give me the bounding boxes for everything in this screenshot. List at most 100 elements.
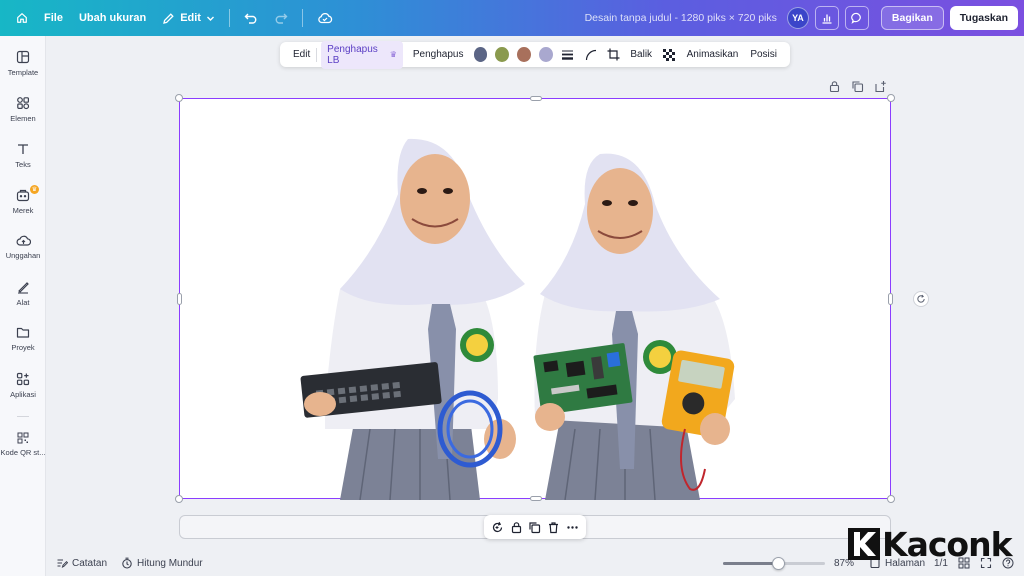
design-canvas[interactable]: [175, 94, 895, 503]
left-student: [300, 138, 525, 500]
redo-icon: [275, 13, 288, 24]
duplicate-icon[interactable]: [528, 521, 541, 534]
upload-icon: [16, 235, 31, 246]
resize-handle-left[interactable]: [177, 293, 182, 305]
edit-image-button[interactable]: Edit: [287, 49, 316, 60]
students-photo[interactable]: [180, 99, 892, 500]
template-icon: [16, 50, 30, 64]
crown-icon: ♛: [389, 50, 397, 59]
chevron-down-icon: [206, 16, 214, 21]
redo-button[interactable]: [266, 0, 296, 36]
animate-button[interactable]: Animasikan: [681, 49, 745, 60]
qr-code-icon: [17, 432, 29, 444]
duplicate-page-icon[interactable]: [851, 80, 864, 93]
object-toolbar: [484, 515, 586, 539]
watermark-text: Kaconk: [882, 524, 1013, 564]
undo-button[interactable]: [236, 0, 266, 36]
add-page-icon[interactable]: [874, 80, 887, 93]
rotate-icon: [917, 294, 925, 303]
notes-icon: [57, 559, 68, 568]
context-toolbar: Edit Penghapus LB ♛ Penghapus Balik Anim…: [280, 40, 790, 69]
insights-button[interactable]: [814, 6, 839, 30]
sidebar-item-label: Unggahan: [5, 251, 41, 260]
color-swatch-4[interactable]: [538, 47, 553, 62]
transparency-icon: [663, 48, 676, 61]
resize-handle-right[interactable]: [888, 293, 893, 305]
color-swatch-2[interactable]: [495, 47, 510, 62]
sidebar-item-elements[interactable]: Elemen: [0, 96, 46, 123]
refresh-icon[interactable]: [491, 521, 504, 534]
comments-button[interactable]: [844, 6, 869, 30]
text-icon: [18, 144, 28, 154]
resize-handle-bottom-left[interactable]: [175, 495, 183, 503]
sidebar-item-text[interactable]: Teks: [0, 142, 46, 169]
more-options-icon[interactable]: [566, 521, 579, 534]
sidebar-item-label: Template: [7, 68, 39, 77]
resize-handle-bottom-right[interactable]: [887, 495, 895, 503]
sidebar-item-projects[interactable]: Proyek: [0, 326, 46, 352]
bar-chart-icon: [822, 14, 832, 24]
resize-handle-top-right[interactable]: [887, 94, 895, 102]
trash-icon[interactable]: [547, 521, 560, 534]
top-bar: File Ubah ukuran Edit Desain tanpa judul…: [0, 0, 1024, 36]
eraser-button[interactable]: Penghapus: [407, 49, 470, 60]
folder-icon: [16, 327, 30, 338]
transparency-button[interactable]: [661, 46, 678, 64]
elements-icon: [17, 97, 30, 110]
sidebar-item-brand[interactable]: ♛ Merek: [0, 185, 46, 215]
lock-icon[interactable]: [828, 80, 841, 93]
edit-menu[interactable]: Edit: [154, 0, 223, 36]
cloud-check-icon: [318, 13, 333, 24]
bg-remover-button[interactable]: Penghapus LB ♛: [321, 40, 403, 69]
divider: [228, 9, 230, 27]
bg-remover-label: Penghapus LB: [327, 43, 378, 66]
border-style-button[interactable]: [560, 46, 577, 64]
sidebar-item-label: Aplikasi: [10, 390, 36, 399]
resize-label: Ubah ukuran: [78, 12, 147, 24]
timer-label: Hitung Mundur: [137, 557, 203, 569]
sidebar-item-qr-code[interactable]: Kode QR st...: [0, 432, 46, 457]
crown-badge-icon: ♛: [30, 185, 39, 194]
zoom-slider[interactable]: [723, 557, 825, 570]
rotate-button[interactable]: [913, 291, 929, 307]
home-button[interactable]: [8, 0, 36, 36]
position-button[interactable]: Posisi: [744, 49, 783, 60]
file-menu[interactable]: File: [36, 0, 71, 36]
timer-icon: [122, 557, 132, 569]
color-swatch-3[interactable]: [517, 47, 531, 62]
resize-handle-top-left[interactable]: [175, 94, 183, 102]
tools-icon: [18, 282, 29, 294]
sidebar-item-tools[interactable]: Alat: [0, 280, 46, 307]
timer-button[interactable]: Hitung Mundur: [121, 557, 203, 569]
sidebar-item-label: Teks: [15, 160, 31, 169]
corner-rounding-button[interactable]: [582, 46, 599, 64]
right-student: [533, 153, 735, 500]
design-title[interactable]: Desain tanpa judul - 1280 piks × 720 pik…: [585, 12, 787, 24]
color-swatch-1[interactable]: [473, 47, 488, 62]
flip-button[interactable]: Balik: [624, 49, 658, 60]
brand-icon: [16, 189, 30, 202]
edit-label: Edit: [180, 12, 201, 24]
sidebar-item-apps[interactable]: Aplikasi: [0, 372, 46, 399]
sidebar-item-label: Proyek: [11, 343, 35, 352]
zoom-slider-knob[interactable]: [772, 557, 786, 570]
crop-button[interactable]: [605, 46, 622, 64]
avatar[interactable]: YA: [786, 7, 809, 29]
sidebar-item-template[interactable]: Template: [0, 50, 46, 77]
cloud-save-status[interactable]: [309, 0, 341, 36]
sidebar: Template Elemen Teks ♛ Merek Unggahan Al…: [0, 36, 46, 576]
share-button[interactable]: Bagikan: [880, 6, 944, 30]
sidebar-divider: [17, 416, 29, 417]
file-label: File: [44, 12, 63, 24]
divider: [316, 47, 318, 62]
submit-button[interactable]: Tugaskan: [949, 6, 1018, 30]
lock-icon[interactable]: [510, 521, 523, 534]
sidebar-item-uploads[interactable]: Unggahan: [0, 234, 46, 260]
home-icon: [17, 13, 27, 23]
undo-icon: [244, 13, 257, 24]
resize-handle-top[interactable]: [530, 96, 542, 101]
notes-button[interactable]: Catatan: [56, 557, 107, 569]
divider: [301, 9, 303, 27]
resize-menu[interactable]: Ubah ukuran: [71, 0, 154, 36]
resize-handle-bottom[interactable]: [530, 496, 542, 501]
